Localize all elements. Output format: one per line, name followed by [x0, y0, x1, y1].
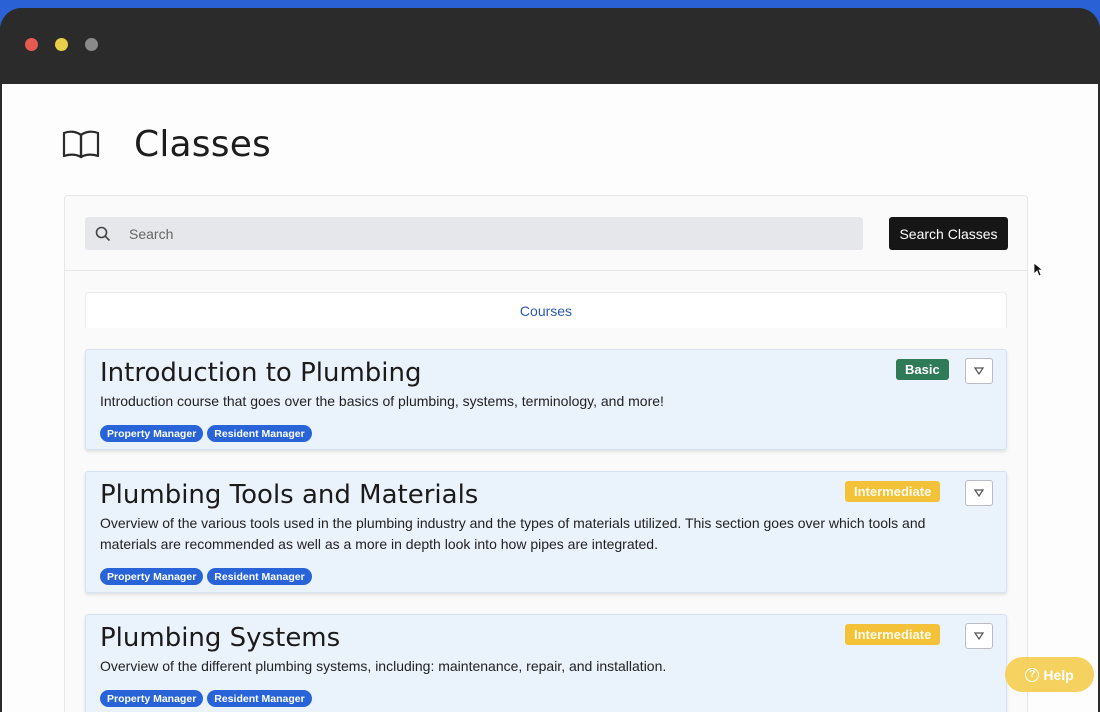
divider [65, 270, 1027, 271]
app-window: Classes Search Classes Courses Introduct… [0, 8, 1100, 712]
tag: Resident Manager [207, 425, 312, 442]
tag-list: Property Manager Resident Manager [100, 690, 312, 707]
classes-panel: Search Classes Courses Introduction to P… [64, 195, 1028, 712]
page-header: Classes [62, 122, 271, 166]
search-input[interactable] [129, 225, 809, 242]
course-description: Introduction course that goes over the b… [100, 393, 664, 409]
close-window-button[interactable] [25, 38, 38, 51]
expand-button[interactable] [965, 623, 993, 649]
minimize-window-button[interactable] [55, 38, 68, 51]
page-content: Classes Search Classes Courses Introduct… [2, 84, 1098, 712]
expand-button[interactable] [965, 358, 993, 384]
tag: Property Manager [100, 425, 204, 442]
book-icon [62, 128, 100, 160]
triangle-down-icon [974, 632, 984, 640]
search-box [85, 217, 863, 250]
tag-list: Property Manager Resident Manager [100, 425, 312, 442]
triangle-down-icon [974, 489, 984, 497]
course-title: Plumbing Systems [100, 623, 341, 653]
course-card[interactable]: Plumbing Systems Intermediate Overview o… [85, 614, 1007, 712]
tag-list: Property Manager Resident Manager [100, 568, 312, 585]
level-badge: Intermediate [845, 481, 941, 502]
search-bar: Search Classes [85, 217, 1009, 250]
tag: Resident Manager [207, 568, 312, 585]
help-label: Help [1043, 666, 1074, 683]
title-bar [0, 8, 1100, 84]
course-card[interactable]: Plumbing Tools and Materials Intermediat… [85, 471, 1007, 593]
course-title: Plumbing Tools and Materials [100, 480, 479, 510]
page-title: Classes [134, 123, 272, 165]
search-classes-button[interactable]: Search Classes [889, 217, 1008, 250]
search-icon [95, 226, 111, 241]
help-button[interactable]: ? Help [1005, 657, 1094, 692]
tab-courses[interactable]: Courses [85, 292, 1007, 328]
level-badge: Intermediate [845, 624, 941, 645]
course-description: Overview of the various tools used in th… [100, 515, 926, 552]
course-title: Introduction to Plumbing [100, 358, 422, 388]
course-card[interactable]: Introduction to Plumbing Basic Introduct… [85, 349, 1007, 450]
question-circle-icon: ? [1025, 667, 1040, 682]
mouse-cursor-icon [1033, 262, 1043, 277]
tag: Resident Manager [207, 690, 312, 707]
triangle-down-icon [974, 367, 984, 375]
expand-button[interactable] [965, 480, 993, 506]
course-description: Overview of the different plumbing syste… [100, 658, 667, 674]
tag: Property Manager [100, 690, 204, 707]
level-badge: Basic [896, 359, 949, 380]
zoom-window-button[interactable] [85, 38, 98, 51]
tag: Property Manager [100, 568, 204, 585]
